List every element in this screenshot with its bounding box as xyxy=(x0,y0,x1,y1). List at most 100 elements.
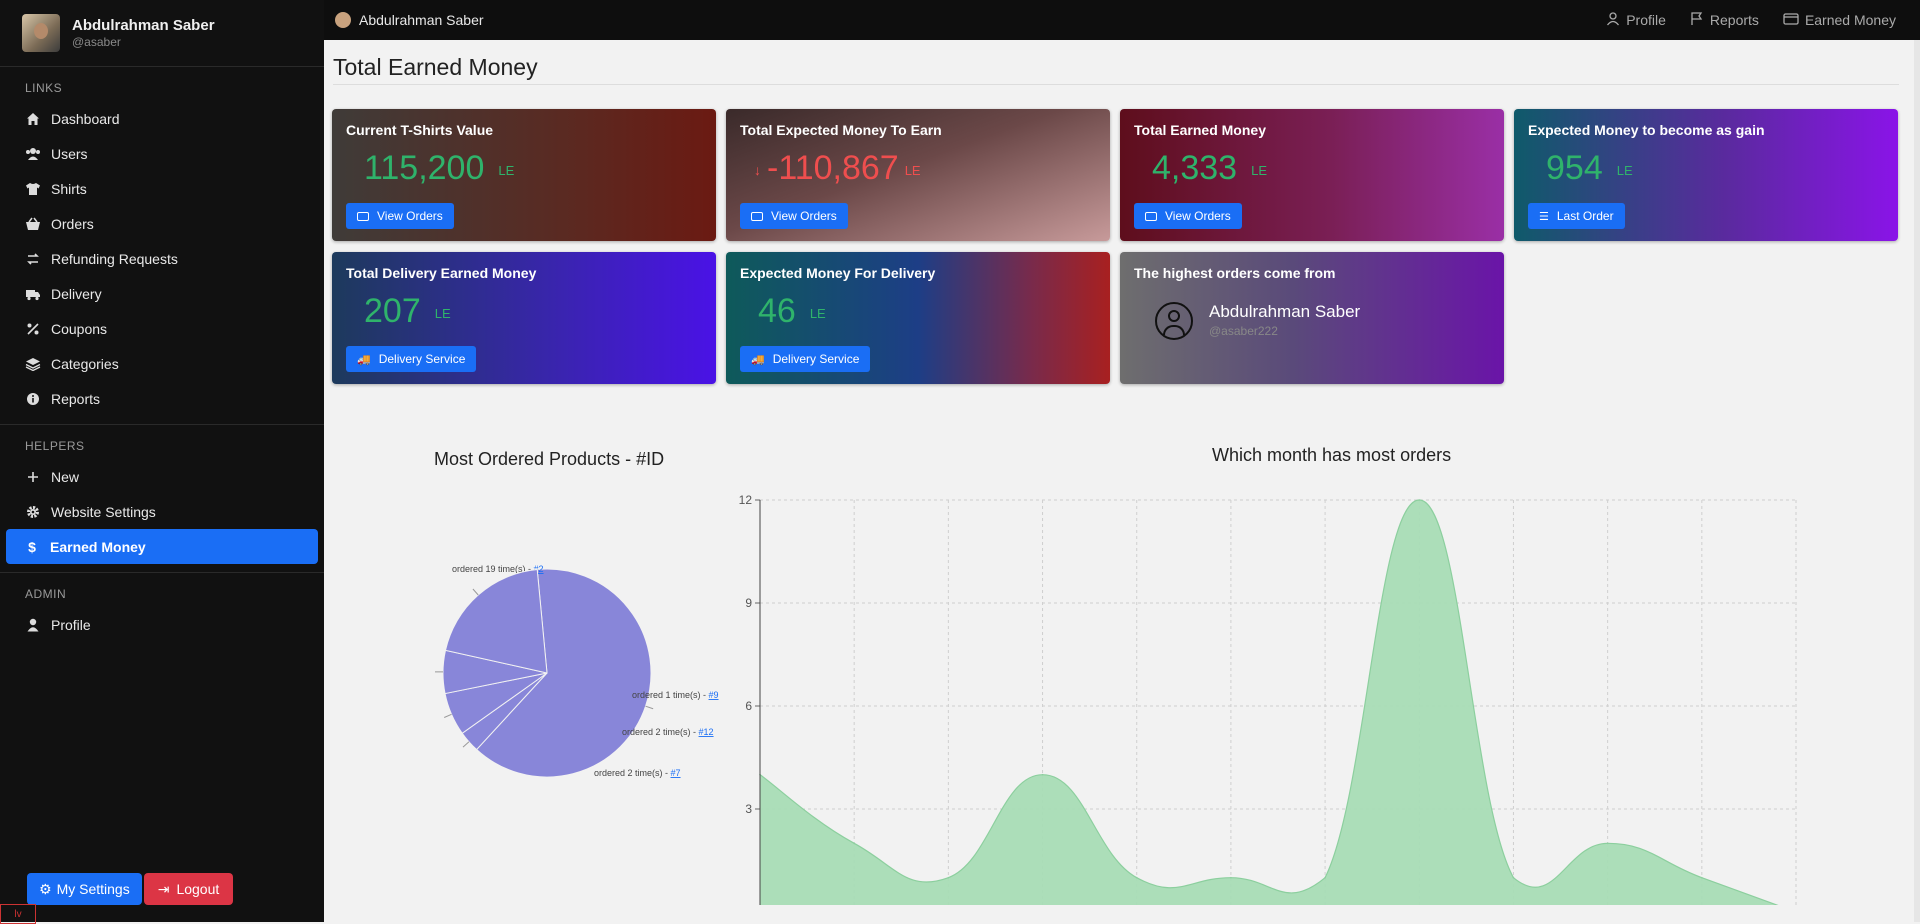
pie-leader-line xyxy=(444,714,451,717)
tshirt-icon xyxy=(25,181,41,197)
area-point xyxy=(1324,877,1326,879)
stat-card-earned-money: Total Earned Money 4,333LE View Orders xyxy=(1120,109,1504,241)
card-title: Current T-Shirts Value xyxy=(346,122,493,138)
y-tick-label: 6 xyxy=(745,699,752,713)
avatar xyxy=(22,14,60,52)
sidebar-item-website-settings[interactable]: Website Settings xyxy=(0,494,324,529)
pie-leader-line xyxy=(646,706,654,709)
button-label: Delivery Service xyxy=(773,352,860,366)
card-title: Total Expected Money To Earn xyxy=(740,122,942,138)
sidebar-item-reports[interactable]: Reports xyxy=(0,381,324,416)
last-order-button[interactable]: ☰Last Order xyxy=(1528,203,1625,229)
refund-icon xyxy=(25,251,41,267)
dollar-icon: $ xyxy=(24,539,40,555)
area-series-line xyxy=(760,500,1796,905)
logout-button[interactable]: ⇥ Logout xyxy=(144,873,234,905)
stat-card-delivery-earned: Total Delivery Earned Money 207LE 🚚Deliv… xyxy=(332,252,716,384)
amount-unit: LE xyxy=(498,163,514,178)
percent-icon xyxy=(25,321,41,337)
delivery-service-button[interactable]: 🚚Delivery Service xyxy=(740,346,870,372)
links-heading: LINKS xyxy=(0,67,324,101)
pie-label-link[interactable]: #7 xyxy=(671,768,681,778)
sidebar-item-shirts[interactable]: Shirts xyxy=(0,171,324,206)
basket-icon xyxy=(25,216,41,232)
scrollbar[interactable] xyxy=(1914,40,1920,922)
topbar-earned-money-link[interactable]: Earned Money xyxy=(1783,12,1896,29)
my-settings-button[interactable]: ⚙My Settings xyxy=(27,873,142,905)
sidebar-user-handle: @asaber xyxy=(72,35,215,49)
sidebar-item-label: Earned Money xyxy=(50,539,146,555)
area-point xyxy=(1701,877,1703,879)
sidebar-item-categories[interactable]: Categories xyxy=(0,346,324,381)
gear-icon xyxy=(25,504,41,520)
area-point xyxy=(1513,877,1515,879)
y-tick-label: 3 xyxy=(745,802,752,816)
pie-label-link[interactable]: #12 xyxy=(699,727,714,737)
amount-unit: LE xyxy=(1617,163,1633,178)
topbar: Abdulrahman Saber Profile Reports Earned… xyxy=(324,0,1920,40)
stat-card-expected-money: Total Expected Money To Earn ↓-110,867LE… xyxy=(726,109,1110,241)
stat-card-expected-delivery: Expected Money For Delivery 46LE 🚚Delive… xyxy=(726,252,1110,384)
admin-heading: ADMIN xyxy=(0,573,324,607)
delivery-service-button[interactable]: 🚚Delivery Service xyxy=(346,346,476,372)
sidebar-item-delivery[interactable]: Delivery xyxy=(0,276,324,311)
topbar-reports-link[interactable]: Reports xyxy=(1690,12,1759,29)
home-icon xyxy=(25,111,41,127)
sidebar-item-refunding[interactable]: Refunding Requests xyxy=(0,241,324,276)
sidebar-item-dashboard[interactable]: Dashboard xyxy=(0,101,324,136)
topbar-profile-link[interactable]: Profile xyxy=(1606,12,1666,29)
pie-leader-line xyxy=(473,589,478,595)
sidebar-item-label: Refunding Requests xyxy=(51,251,178,267)
view-orders-button[interactable]: View Orders xyxy=(740,203,848,229)
user-circle-icon xyxy=(1155,302,1193,340)
page-title: Total Earned Money xyxy=(333,54,538,81)
sidebar-item-label: New xyxy=(51,469,79,485)
card-amount: 954LE xyxy=(1546,149,1633,188)
amount-value: 115,200 xyxy=(364,149,484,187)
truck-icon xyxy=(25,286,41,302)
topbar-link-label: Reports xyxy=(1710,12,1759,28)
stat-card-expected-gain: Expected Money to become as gain 954LE ☰… xyxy=(1514,109,1898,241)
button-label: Last Order xyxy=(1557,209,1614,223)
sidebar-item-orders[interactable]: Orders xyxy=(0,206,324,241)
view-orders-button[interactable]: View Orders xyxy=(1134,203,1242,229)
stat-card-tshirts-value: Current T-Shirts Value 115,200 LE View Or… xyxy=(332,109,716,241)
top-customer-name[interactable]: Abdulrahman Saber xyxy=(1209,302,1360,322)
card-title: The highest orders come from xyxy=(1134,265,1335,281)
card-amount: 115,200 LE xyxy=(364,149,514,188)
card-icon xyxy=(1145,212,1157,221)
sidebar-item-new[interactable]: New xyxy=(0,459,324,494)
area-chart-title: Which month has most orders xyxy=(1212,445,1451,466)
area-point xyxy=(1042,774,1044,776)
sidebar-user[interactable]: Abdulrahman Saber @asaber xyxy=(0,0,324,67)
amount-value: 46 xyxy=(758,292,796,330)
pie-label: ordered 2 time(s) - #12 xyxy=(622,727,714,737)
users-icon xyxy=(25,146,41,162)
card-title: Total Delivery Earned Money xyxy=(346,265,536,281)
pie-label-link[interactable]: #9 xyxy=(709,690,719,700)
view-orders-button[interactable]: View Orders xyxy=(346,203,454,229)
avatar xyxy=(335,12,351,28)
amount-unit: LE xyxy=(905,163,921,178)
card-amount: ↓-110,867LE xyxy=(754,149,921,188)
sidebar-item-users[interactable]: Users xyxy=(0,136,324,171)
sidebar-item-label: Dashboard xyxy=(51,111,120,127)
sidebar-item-label: Categories xyxy=(51,356,119,372)
user-icon xyxy=(25,617,41,633)
flag-icon xyxy=(1690,12,1704,29)
y-tick-label: 9 xyxy=(745,596,752,610)
area-point xyxy=(1418,499,1420,501)
area-point xyxy=(1136,877,1138,879)
sidebar-item-profile[interactable]: Profile xyxy=(0,607,324,642)
pie-chart-title: Most Ordered Products - #ID xyxy=(434,449,664,470)
logout-label: Logout xyxy=(176,881,219,897)
sidebar-item-earned-money[interactable]: $ Earned Money xyxy=(6,529,318,564)
logout-icon: ⇥ xyxy=(158,881,170,898)
amount-unit: LE xyxy=(435,306,451,321)
topbar-user[interactable]: Abdulrahman Saber xyxy=(335,12,484,28)
sidebar-item-label: Website Settings xyxy=(51,504,156,520)
helpers-heading: HELPERS xyxy=(0,425,324,459)
sidebar-item-coupons[interactable]: Coupons xyxy=(0,311,324,346)
debug-icon[interactable]: lv xyxy=(0,904,36,924)
button-label: Delivery Service xyxy=(379,352,466,366)
